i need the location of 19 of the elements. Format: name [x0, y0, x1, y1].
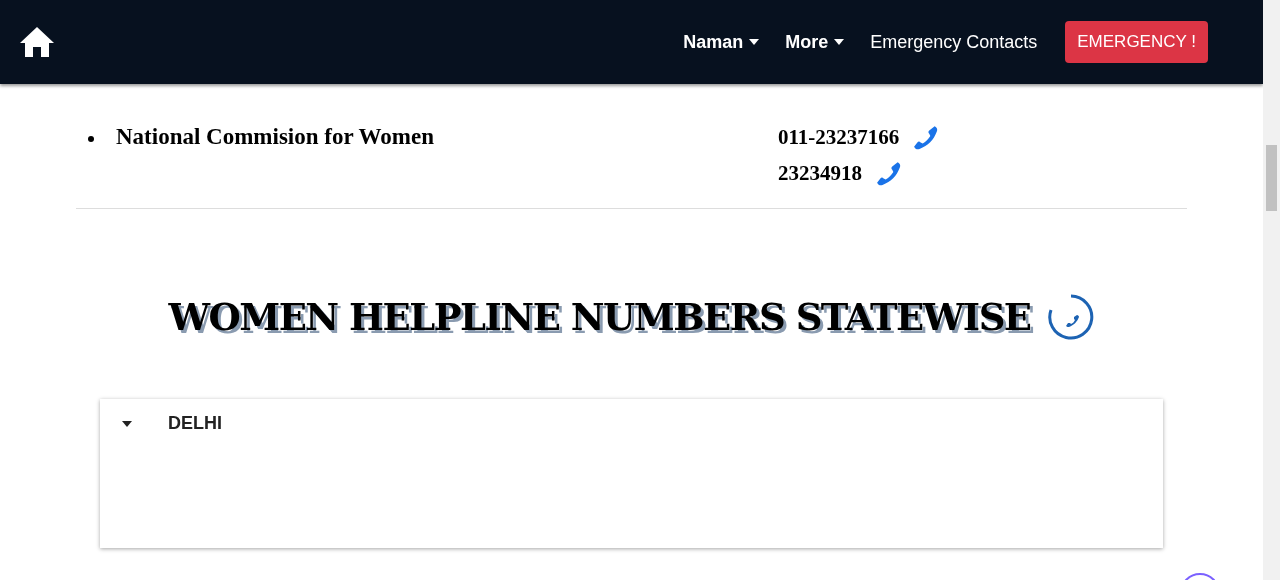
dropdown-menu[interactable]: More [785, 31, 845, 53]
phone-icon[interactable] [913, 124, 940, 150]
phone-number: 23234918 [778, 160, 862, 186]
helpline-name: National Commision for Women [116, 124, 434, 151]
caret-icon [749, 39, 760, 45]
phone-icon[interactable] [876, 160, 902, 186]
nav-link[interactable]: Emergency Contacts [870, 31, 1038, 53]
home-icon[interactable] [18, 25, 56, 59]
dropdown-menu[interactable]: Naman [683, 31, 760, 53]
emergency-button[interactable]: EMERGENCY ! [1065, 21, 1208, 63]
phone-circle-icon [1046, 293, 1095, 341]
scrollbar-thumb[interactable] [1266, 145, 1277, 211]
bullet-icon [88, 136, 94, 142]
caret-icon [122, 420, 132, 427]
scrollbar[interactable] [1263, 0, 1280, 580]
accordion-header[interactable]: DELHI [100, 399, 1163, 448]
phone-number: 011-23237166 [778, 124, 900, 150]
caret-icon [834, 39, 845, 45]
section-heading: WOMEN HELPLINE NUMBERS STATEWISE [168, 295, 1031, 339]
